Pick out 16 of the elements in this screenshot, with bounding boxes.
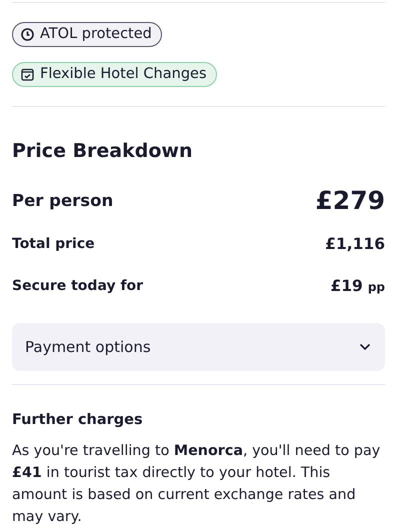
clock-icon <box>21 28 34 40</box>
protection-badge: ATOL protected <box>12 22 162 47</box>
price-value: £1,116 <box>325 235 385 253</box>
charges-text: As you're travelling to Menorca, you'll need to pay £41 in tourist tax directly to your hotel. This amount is based on current exchange rates and may vary. <box>12 442 382 527</box>
calendar-check-icon <box>21 68 34 80</box>
payment-options-accordion[interactable]: Payment options <box>12 323 385 371</box>
chevron-icon <box>359 343 371 351</box>
unit-label: pp <box>368 280 385 294</box>
price-value: £19 <box>330 277 363 295</box>
price-value: £279 <box>315 186 385 215</box>
section-title: Price Breakdown <box>12 139 194 164</box>
section-subtitle: Further charges <box>12 411 144 430</box>
flexible-badge: Flexible Hotel Changes <box>12 62 216 87</box>
price-label: Secure today for <box>12 278 144 294</box>
price-label: Total price <box>12 236 95 252</box>
price-label: Per person <box>12 191 114 210</box>
